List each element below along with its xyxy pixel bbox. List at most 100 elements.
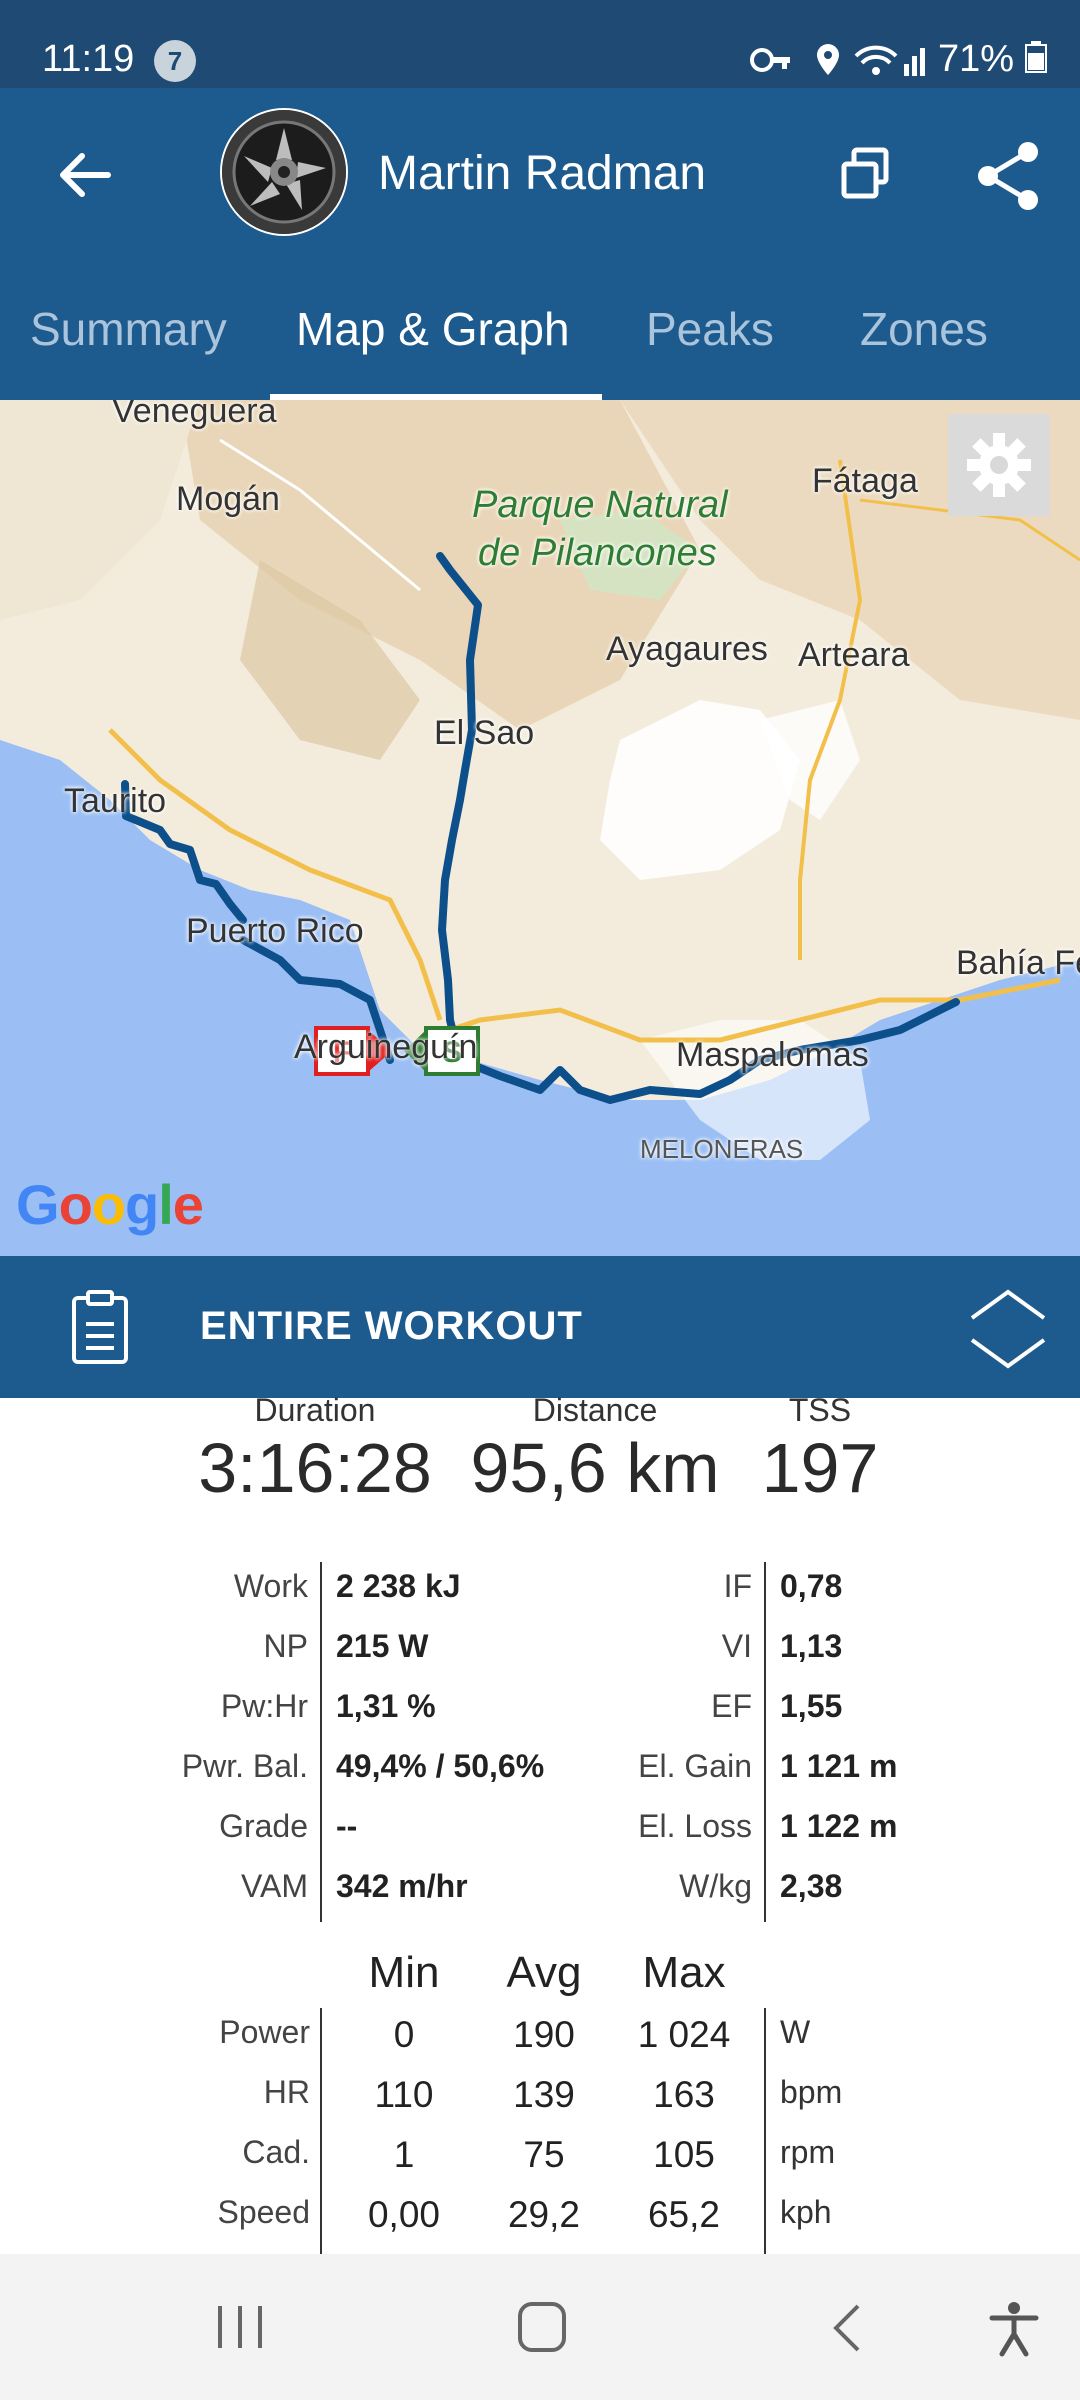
metric-label: El. Loss — [638, 1808, 752, 1844]
summary-label: Duration — [254, 1392, 376, 1428]
max-value: 163 — [653, 2074, 715, 2115]
chainring-image-icon — [222, 110, 346, 234]
tab-summary[interactable]: Summary — [30, 302, 227, 356]
avg-value: 75 — [523, 2134, 565, 2175]
metric-label: El. Gain — [638, 1748, 752, 1784]
recent-apps-icon[interactable] — [214, 2302, 266, 2352]
metric-value: 342 m/hr — [336, 1868, 468, 1904]
tab-map-graph[interactable]: Map & Graph — [296, 302, 570, 356]
metrics-divider-right — [764, 1562, 766, 1922]
column-header-max: Max — [642, 1948, 726, 1997]
tab-bar: Summary Map & Graph Peaks Zones — [0, 290, 1080, 400]
tab-zones[interactable]: Zones — [860, 302, 988, 356]
metric-value: 1,31 % — [336, 1688, 436, 1724]
map-label-pilancones: de Pilancones — [478, 532, 717, 574]
metric-value: 1,13 — [780, 1628, 843, 1664]
column-header-avg: Avg — [506, 1948, 582, 1997]
max-value: 1 024 — [637, 2014, 731, 2055]
row-label: Speed — [217, 2194, 310, 2230]
metric-label: W/kg — [679, 1868, 752, 1904]
minmax-divider-left — [320, 2008, 322, 2254]
min-value: 0,00 — [367, 2194, 440, 2235]
status-bar: 11:19 7 71% — [0, 0, 1080, 88]
max-value: 65,2 — [647, 2194, 720, 2235]
map-label-fataga: Fátaga — [812, 462, 918, 500]
map-label-maspalomas: Maspalomas — [676, 1036, 869, 1074]
status-icons — [750, 44, 925, 76]
share-icon[interactable] — [970, 138, 1046, 214]
column-header-min: Min — [368, 1948, 440, 1997]
avg-value: 139 — [513, 2074, 575, 2115]
notification-count-badge: 7 — [154, 40, 196, 82]
max-value: 105 — [653, 2134, 715, 2175]
unit-label: bpm — [780, 2074, 843, 2110]
summary-value: 95,6 km — [470, 1429, 720, 1507]
min-value: 110 — [374, 2074, 434, 2115]
system-navigation-bar — [0, 2254, 1080, 2400]
row-label: HR — [263, 2074, 310, 2110]
metric-value: 1,55 — [780, 1688, 843, 1724]
copy-icon[interactable] — [832, 140, 902, 210]
accessibility-icon[interactable] — [986, 2300, 1042, 2358]
home-icon[interactable] — [516, 2300, 568, 2354]
summary-label: TSS — [788, 1392, 852, 1428]
expand-collapse-icon[interactable] — [966, 1284, 1050, 1374]
map-label-parque-natural: Parque Natural — [472, 484, 728, 526]
map-settings-gear-icon[interactable] — [948, 414, 1050, 516]
avatar[interactable] — [220, 108, 348, 236]
google-logo: Google — [16, 1173, 204, 1236]
summary-label: Distance — [532, 1392, 658, 1428]
back-nav-icon[interactable] — [826, 2302, 866, 2354]
row-label: Cad. — [242, 2134, 310, 2170]
avg-value: 29,2 — [507, 2194, 580, 2235]
map-label-taurito: Taurito — [64, 782, 167, 820]
map-label-veneguera: Veneguera — [112, 400, 277, 430]
metric-label: Pwr. Bal. — [181, 1748, 308, 1784]
battery-text: 71% — [938, 38, 1015, 80]
map-label-bahia-feliz: Bahía Feliz — [956, 944, 1080, 982]
map-label-puerto-rico: Puerto Rico — [186, 912, 364, 950]
back-arrow-icon[interactable] — [50, 140, 120, 210]
metric-value: 0,78 — [780, 1568, 843, 1604]
status-time: 11:19 — [42, 38, 135, 80]
metric-value: 1 122 m — [780, 1808, 898, 1844]
unit-label: W — [780, 2014, 811, 2050]
metrics-divider-left — [320, 1562, 322, 1922]
row-label: Power — [219, 2014, 310, 2050]
workout-section-title: ENTIRE WORKOUT — [200, 1304, 583, 1348]
map-canvas: F S — [0, 400, 1080, 1256]
metric-value: 49,4% / 50,6% — [336, 1748, 545, 1784]
min-value: 1 — [393, 2134, 415, 2175]
map-label-mogan: Mogán — [176, 480, 280, 518]
summary-value: 197 — [761, 1429, 879, 1507]
metric-label: VI — [721, 1628, 752, 1664]
map-label-el-sao: El Sao — [434, 714, 535, 752]
min-value: 0 — [393, 2014, 415, 2055]
metric-value: 2,38 — [780, 1868, 843, 1904]
metric-label: NP — [263, 1628, 308, 1664]
map-label-arteara: Arteara — [798, 636, 910, 674]
athlete-name: Martin Radman — [378, 147, 707, 200]
map-label-ayagaures: Ayagaures — [606, 630, 768, 668]
tab-peaks[interactable]: Peaks — [646, 302, 774, 356]
route-map[interactable]: F S Veneguera Mogán Parque Natural de Pi… — [0, 400, 1080, 1256]
metric-label: Pw:Hr — [220, 1688, 308, 1724]
metric-value: 2 238 kJ — [336, 1568, 461, 1604]
metric-label: Work — [233, 1568, 308, 1604]
unit-label: kph — [780, 2194, 832, 2230]
metric-label: Grade — [219, 1808, 308, 1844]
map-label-meloneras: MELONERAS — [640, 1134, 804, 1164]
metric-value: -- — [336, 1808, 358, 1844]
battery-icon — [1024, 41, 1047, 73]
minmax-divider-right — [764, 2008, 766, 2254]
metric-label: EF — [711, 1688, 752, 1724]
metric-label: IF — [723, 1568, 752, 1604]
map-label-arguineguin: Arguineguín — [294, 1028, 478, 1066]
avg-value: 190 — [513, 2014, 575, 2055]
clipboard-icon — [72, 1290, 128, 1364]
metric-label: VAM — [241, 1868, 308, 1904]
battery-level: 71% — [938, 38, 1047, 81]
metric-value: 1 121 m — [780, 1748, 898, 1784]
unit-label: rpm — [780, 2134, 836, 2170]
summary-value: 3:16:28 — [198, 1429, 432, 1507]
